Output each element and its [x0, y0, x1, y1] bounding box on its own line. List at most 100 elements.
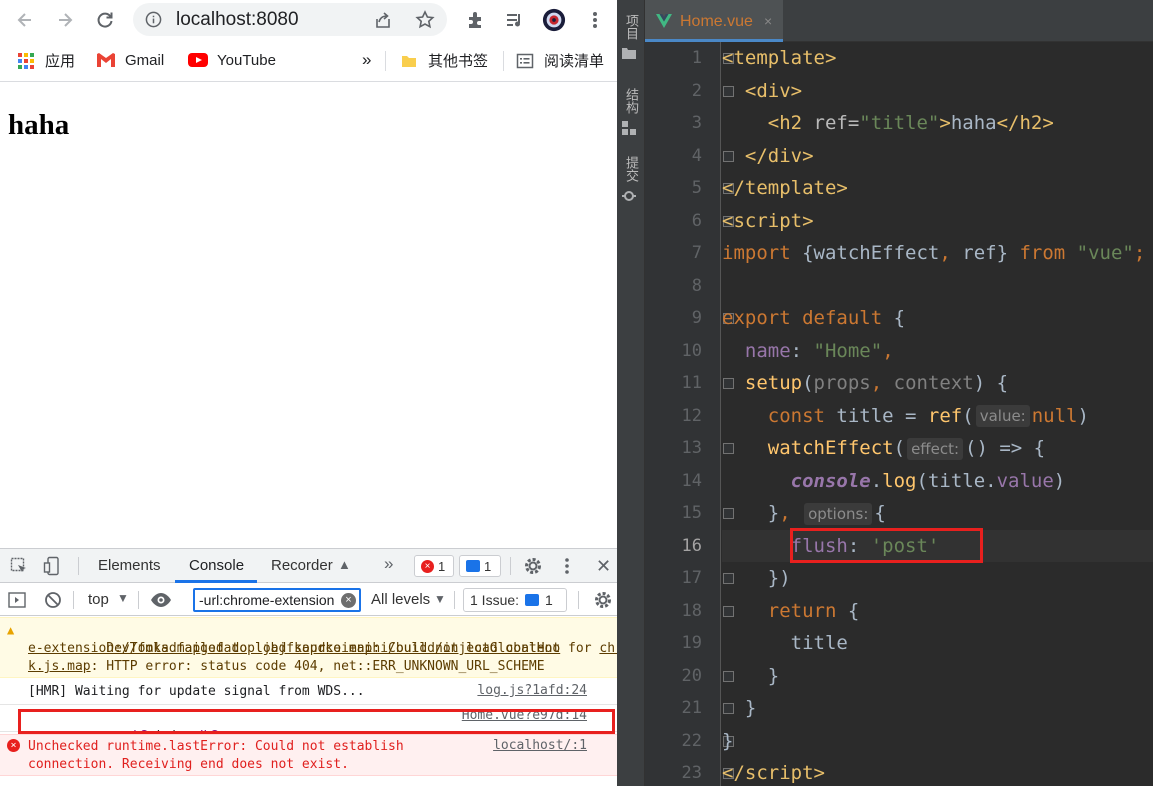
project-panel-button[interactable]: 项目	[622, 14, 640, 62]
apps-grid-icon	[16, 51, 36, 71]
settings-gear-icon[interactable]	[523, 556, 543, 576]
close-devtools-icon[interactable]: ✕	[596, 556, 611, 577]
line-number: 2	[691, 80, 702, 101]
tab-elements[interactable]: Elements	[98, 557, 161, 574]
message-count: 1	[484, 558, 492, 574]
code-line: <script>	[722, 209, 814, 232]
line-number: 3	[691, 113, 702, 133]
bookmark-label: Gmail	[125, 51, 165, 69]
source-map-link[interactable]: chrom	[599, 641, 617, 656]
profile-avatar[interactable]	[542, 8, 566, 32]
address-bar[interactable]: localhost:8080	[133, 3, 447, 36]
media-control-icon[interactable]	[503, 8, 527, 32]
code-line: import {watchEffect, ref} from "vue";	[722, 242, 1146, 264]
reload-button[interactable]	[90, 5, 120, 35]
console-settings-gear-icon[interactable]	[593, 590, 613, 610]
console-warning-message[interactable]: ▲ DevTools failed to load source map: Co…	[0, 617, 617, 678]
console-filter-input[interactable]: -url:chrome-extension ×	[193, 588, 361, 612]
line-number: 17	[681, 568, 702, 588]
code-editor[interactable]: <template> <div> <h2 ref="title">haha</h…	[722, 42, 1153, 786]
line-number: 16	[681, 535, 702, 556]
log-source-link[interactable]: log.js?1afd:24	[477, 683, 587, 698]
toolbar-divider	[138, 591, 139, 609]
error-count: 1	[438, 558, 446, 574]
devtools-menu-icon[interactable]	[564, 557, 570, 575]
bookmarks-divider	[503, 51, 504, 71]
bookmark-gmail[interactable]: Gmail	[96, 50, 164, 70]
share-icon[interactable]	[373, 10, 393, 30]
clear-console-icon[interactable]	[44, 591, 62, 609]
console-log-message[interactable]: [HMR] Waiting for update signal from WDS…	[0, 679, 617, 705]
reload-icon	[97, 12, 113, 28]
line-number: 6	[691, 210, 702, 231]
extensions-icon[interactable]	[464, 8, 488, 32]
line-number: 8	[691, 275, 702, 296]
reading-list-button[interactable]: 阅读清单	[515, 50, 604, 71]
line-number: 7	[691, 243, 702, 263]
bookmark-label: YouTube	[217, 51, 276, 69]
url-text[interactable]: localhost:8080	[176, 9, 299, 31]
bookmarks-bar: 应用 Gmail YouTube » 其他书签 阅读清单	[0, 40, 617, 82]
error-source-link[interactable]: localhost/:1	[493, 738, 587, 753]
code-line: </script>	[722, 762, 825, 784]
line-number: 1	[691, 48, 702, 68]
tab-recorder[interactable]: Recorder	[271, 557, 333, 574]
code-line: }, options:{	[722, 502, 886, 525]
active-tab-indicator	[175, 580, 257, 583]
browser-window: localhost:8080 应用 Gmail YouTube » 其他书签 阅…	[0, 0, 617, 786]
toolbar-divider	[578, 591, 579, 609]
context-selector[interactable]: top	[88, 591, 109, 608]
bookmark-label: 应用	[45, 53, 76, 70]
param-hint: options:	[804, 502, 873, 525]
folder-icon	[399, 51, 419, 71]
source-map-link[interactable]: k.js.map	[28, 659, 91, 674]
console-filter-bar: top ▼ -url:chrome-extension × All levels…	[0, 584, 617, 616]
arrow-left-icon	[17, 13, 31, 27]
device-toolbar-icon[interactable]	[43, 556, 63, 576]
dropdown-arrow-icon: ▼	[434, 592, 446, 606]
browser-menu-icon[interactable]	[583, 8, 607, 32]
structure-panel-button[interactable]: 结构	[622, 88, 640, 138]
forward-button[interactable]	[50, 5, 80, 35]
warning-text: : HTTP error: status code 404, net::ERR_…	[90, 659, 545, 674]
youtube-icon	[188, 50, 208, 70]
bookmark-other-folder[interactable]: 其他书签	[399, 50, 488, 71]
issues-label: 1 Issue:	[470, 592, 520, 608]
commit-panel-button[interactable]: 提交	[622, 156, 640, 206]
code-line: export default {	[722, 307, 906, 329]
code-line: const title = ref(value: null)	[767, 404, 1089, 427]
ide-window: 项目 结构 提交 Home.vue × 1 2 3 4 5 6 7 8 9 10 11 12 13 14 1…	[617, 0, 1153, 786]
bookmark-apps[interactable]: 应用	[16, 50, 75, 71]
more-tabs-chevron-icon[interactable]: »	[384, 554, 393, 574]
source-map-link[interactable]: e-extension://fmkadmapgofadopljbjfkapdko…	[28, 641, 560, 656]
bookmarks-overflow-button[interactable]: »	[362, 50, 371, 70]
clear-filter-icon[interactable]: ×	[341, 593, 356, 608]
issues-badge[interactable]: 1 Issue: 1	[463, 588, 567, 612]
code-line: </template>	[722, 177, 848, 199]
back-button[interactable]	[10, 5, 40, 35]
bookmarks-divider	[385, 51, 386, 71]
bookmark-youtube[interactable]: YouTube	[188, 50, 276, 70]
code-line: <div>	[744, 79, 803, 102]
code-line: })	[722, 567, 791, 589]
message-count-badge[interactable]: 1	[459, 555, 501, 577]
file-tab-label: Home.vue	[680, 13, 753, 30]
bookmark-star-icon[interactable]	[415, 10, 435, 30]
live-expression-eye-icon[interactable]	[150, 591, 172, 609]
close-tab-icon[interactable]: ×	[764, 13, 772, 29]
line-number: 21	[681, 698, 702, 718]
line-number: 10	[681, 340, 702, 361]
sidebar-toggle-icon[interactable]	[8, 591, 26, 609]
code-line: }	[722, 729, 734, 752]
file-tab-home-vue[interactable]: Home.vue ×	[645, 0, 783, 42]
error-count-badge[interactable]: × 1	[414, 555, 454, 577]
tab-console[interactable]: Console	[189, 557, 244, 574]
line-number: 19	[681, 633, 702, 653]
log-levels-dropdown[interactable]: All levels	[371, 591, 430, 608]
console-error-message[interactable]: × Unchecked runtime.lastError: Could not…	[0, 734, 617, 776]
arrow-right-icon	[59, 13, 73, 27]
inspect-element-icon[interactable]	[10, 557, 28, 575]
info-icon[interactable]	[145, 11, 162, 28]
error-icon: ×	[421, 559, 434, 573]
line-number: 12	[681, 405, 702, 426]
